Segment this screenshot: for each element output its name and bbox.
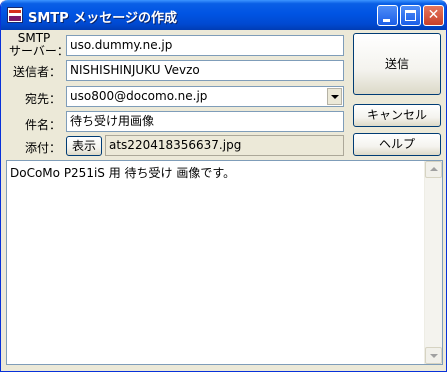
to-combobox[interactable]: uso800@docomo.ne.jp	[66, 86, 344, 107]
compose-window: SMTP メッセージの作成 ✕ SMTP サーバー： uso.dummy.ne.…	[0, 0, 447, 372]
vertical-scrollbar[interactable]	[424, 161, 442, 364]
close-icon: ✕	[427, 7, 440, 23]
close-button[interactable]: ✕	[423, 5, 444, 26]
attachment-filename: ats220418356637.jpg	[105, 135, 344, 156]
subject-field[interactable]: 待ち受け用画像	[66, 111, 344, 132]
minimize-button[interactable]	[377, 5, 398, 26]
help-button[interactable]: ヘルプ	[353, 133, 441, 156]
sender-label: 送信者：	[12, 65, 61, 79]
attachment-label: 添付：	[24, 141, 61, 155]
scroll-down-icon[interactable]	[425, 347, 442, 364]
sender-field[interactable]: NISHISHINJUKU Vevzo	[66, 60, 344, 81]
subject-label: 件名：	[24, 118, 61, 132]
smtp-label-line2: サーバー：	[9, 44, 69, 58]
show-attachment-button[interactable]: 表示	[66, 136, 102, 156]
message-body-text: DoCoMo P251iS 用 待ち受け 画像です。	[10, 166, 236, 180]
title-bar[interactable]: SMTP メッセージの作成 ✕	[1, 0, 446, 30]
chevron-down-icon[interactable]	[327, 88, 342, 105]
maximize-button[interactable]	[400, 5, 421, 26]
send-button[interactable]: 送信	[353, 33, 441, 95]
scroll-up-icon[interactable]	[425, 161, 442, 178]
smtp-server-field[interactable]: uso.dummy.ne.jp	[66, 35, 344, 56]
mail-app-icon[interactable]	[7, 7, 23, 23]
message-body-textarea[interactable]: DoCoMo P251iS 用 待ち受け 画像です。	[6, 160, 443, 365]
to-value: uso800@docomo.ne.jp	[70, 89, 208, 103]
cancel-button[interactable]: キャンセル	[353, 104, 441, 127]
maximize-icon	[405, 10, 416, 21]
window-title: SMTP メッセージの作成	[28, 11, 177, 26]
to-label: 宛先：	[24, 92, 61, 106]
smtp-server-label: SMTP サーバー：	[9, 32, 69, 58]
minimize-icon	[383, 19, 390, 22]
